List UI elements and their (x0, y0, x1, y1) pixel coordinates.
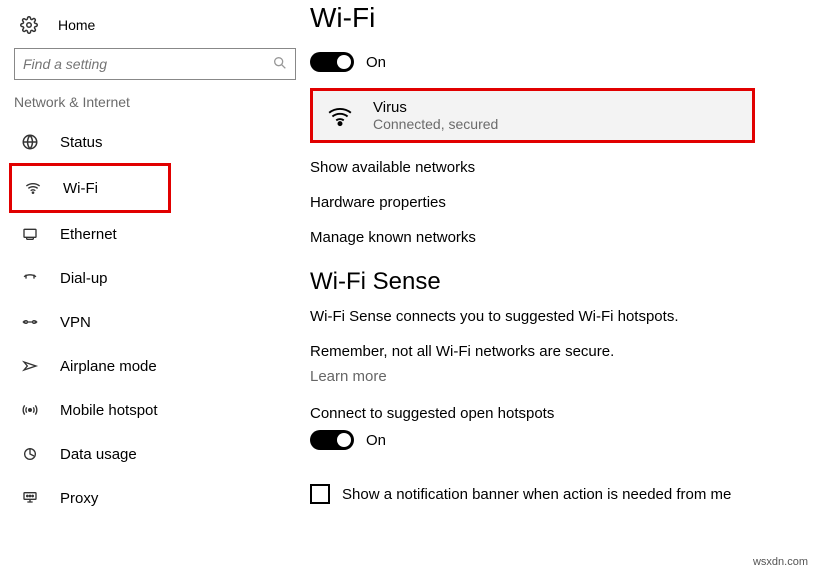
network-name: Virus (373, 99, 498, 116)
search-box (14, 48, 296, 80)
home-label: Home (58, 17, 95, 33)
main-content: Wi-Fi On Virus Connected, secured Show a… (310, 0, 814, 570)
proxy-icon (20, 489, 40, 507)
airplane-icon (20, 357, 40, 375)
dialup-icon (20, 269, 40, 287)
sidebar-item-wifi[interactable]: Wi-Fi (9, 163, 171, 213)
nav-list: Status Wi-Fi Ethernet Dial-up VPN Airpla (12, 120, 302, 520)
sidebar-item-data[interactable]: Data usage (12, 432, 302, 476)
sense-connect-prompt: Connect to suggested open hotspots (310, 405, 800, 422)
vpn-icon (20, 313, 40, 331)
notify-label: Show a notification banner when action i… (342, 486, 731, 503)
sense-toggle-row: On (310, 430, 800, 450)
sense-title: Wi-Fi Sense (310, 268, 800, 296)
notify-checkbox[interactable] (310, 484, 330, 504)
link-show-networks[interactable]: Show available networks (310, 159, 800, 176)
search-icon (272, 55, 288, 71)
watermark: wsxdn.com (753, 556, 808, 568)
wifi-links: Show available networks Hardware propert… (310, 159, 800, 246)
sense-warning: Remember, not all Wi-Fi networks are sec… (310, 343, 800, 360)
nav-label: Airplane mode (60, 358, 157, 375)
hotspot-icon (20, 401, 40, 419)
sidebar-item-vpn[interactable]: VPN (12, 300, 302, 344)
notify-row: Show a notification banner when action i… (310, 484, 800, 504)
sidebar-item-dialup[interactable]: Dial-up (12, 256, 302, 300)
link-hw-props[interactable]: Hardware properties (310, 194, 800, 211)
nav-label: Dial-up (60, 270, 108, 287)
nav-label: Ethernet (60, 226, 117, 243)
nav-label: VPN (60, 314, 91, 331)
status-icon (20, 133, 40, 151)
gear-icon (20, 16, 38, 34)
nav-label: Mobile hotspot (60, 402, 158, 419)
link-manage-known[interactable]: Manage known networks (310, 229, 800, 246)
wifi-connected-network[interactable]: Virus Connected, secured (310, 88, 755, 143)
sense-toggle[interactable] (310, 430, 354, 450)
nav-label: Status (60, 134, 103, 151)
wifi-toggle[interactable] (310, 52, 354, 72)
nav-label: Proxy (60, 490, 98, 507)
ethernet-icon (20, 225, 40, 243)
link-learn-more[interactable]: Learn more (310, 368, 800, 385)
sidebar-item-hotspot[interactable]: Mobile hotspot (12, 388, 302, 432)
sidebar-item-status[interactable]: Status (12, 120, 302, 164)
sidebar-item-airplane[interactable]: Airplane mode (12, 344, 302, 388)
sense-toggle-label: On (366, 432, 386, 449)
wifi-icon (23, 179, 43, 197)
sidebar-section-label: Network & Internet (14, 94, 302, 110)
page-title: Wi-Fi (310, 2, 800, 34)
sidebar-item-proxy[interactable]: Proxy (12, 476, 302, 520)
sense-description: Wi-Fi Sense connects you to suggested Wi… (310, 308, 800, 325)
nav-label: Wi-Fi (63, 180, 98, 197)
data-usage-icon (20, 445, 40, 463)
nav-label: Data usage (60, 446, 137, 463)
wifi-signal-icon (325, 101, 355, 131)
wifi-toggle-row: On (310, 52, 800, 72)
search-input[interactable] (14, 48, 296, 80)
sidebar: Home Network & Internet Status Wi-Fi Eth… (0, 0, 310, 570)
home-row[interactable]: Home (12, 10, 302, 44)
wifi-toggle-label: On (366, 54, 386, 71)
network-status: Connected, secured (373, 116, 498, 132)
sidebar-item-ethernet[interactable]: Ethernet (12, 212, 302, 256)
